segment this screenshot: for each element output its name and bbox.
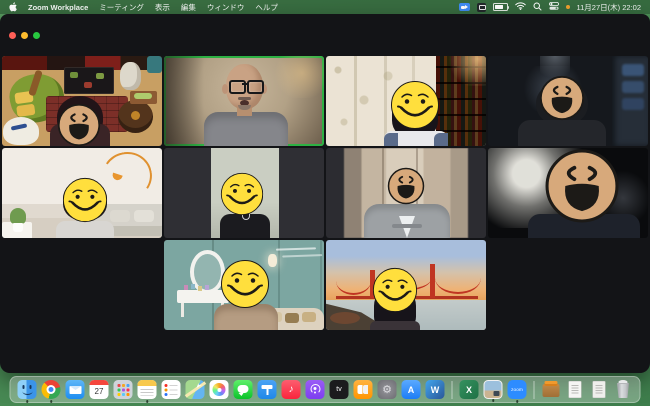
dock-separator [534, 381, 535, 399]
dock-item-chrome[interactable] [42, 380, 61, 399]
dock-item-reminders[interactable] [162, 380, 181, 399]
dock-item-messages[interactable] [234, 380, 253, 399]
dock-item-document-1[interactable] [566, 380, 585, 399]
video-tile-dark-room[interactable] [488, 56, 648, 146]
video-tile-active-speaker[interactable] [164, 56, 324, 146]
menu-item[interactable]: 表示 [155, 2, 170, 13]
video-tile-living-room[interactable] [2, 148, 162, 238]
running-indicator-dot [50, 400, 53, 403]
running-indicator-dot [26, 400, 29, 403]
dock-item-maps[interactable] [186, 380, 205, 399]
close-button[interactable] [9, 32, 16, 39]
dock-item-downloads-box[interactable] [542, 380, 561, 399]
menu-item[interactable]: 編集 [181, 2, 196, 13]
control-center-icon[interactable] [549, 2, 559, 12]
wifi-icon[interactable] [515, 2, 526, 12]
recording-dot-icon [566, 5, 570, 9]
video-tile-pillarboxed[interactable] [164, 148, 324, 238]
menu-app-name[interactable]: Zoom Workplace [28, 3, 88, 12]
menu-bar: Zoom Workplace ミーティング表示編集ウィンドウヘルプ 11月27日… [0, 0, 650, 14]
dock-item-document-2[interactable] [590, 380, 609, 399]
video-tile-golden-gate[interactable] [326, 240, 486, 330]
menu-bar-clock[interactable]: 11月27日(木) 22:02 [577, 2, 641, 13]
traffic-lights [9, 32, 40, 39]
smiley-emoji-overlay [372, 267, 418, 318]
desktop: Zoom Workplace ミーティング表示編集ウィンドウヘルプ 11月27日… [0, 0, 650, 406]
dock-item-notes[interactable] [138, 380, 157, 399]
minimize-button[interactable] [21, 32, 28, 39]
menu-items: Zoom Workplace ミーティング表示編集ウィンドウヘルプ [28, 2, 278, 13]
battery-icon[interactable] [493, 3, 508, 11]
dock-item-system-settings[interactable]: ⚙ [378, 380, 397, 399]
running-indicator-dot [146, 400, 149, 403]
laughing-emoji-overlay [539, 75, 585, 126]
video-tile-curtain-bookshelf[interactable] [326, 56, 486, 146]
screen-indicator-icon[interactable] [477, 3, 486, 12]
spotlight-search-icon[interactable] [533, 2, 542, 13]
dock-item-window-preview[interactable] [484, 380, 503, 399]
dock-item-excel[interactable]: X [460, 380, 479, 399]
smiley-emoji-overlay [220, 259, 270, 314]
apple-menu-icon[interactable] [9, 2, 18, 12]
dock-item-launchpad[interactable] [114, 380, 133, 399]
video-tile-dinner-table[interactable] [2, 56, 162, 146]
laughing-emoji-overlay [387, 167, 425, 210]
dock-item-finder[interactable] [18, 380, 37, 399]
dock-item-apple-tv[interactable]: tv [330, 380, 349, 399]
zoom-video-status-icon[interactable] [459, 3, 470, 11]
dock-item-keynote[interactable] [258, 380, 277, 399]
dock-item-app-store[interactable]: A [402, 380, 421, 399]
dock-item-trash[interactable] [614, 380, 633, 399]
laughing-emoji-overlay [544, 148, 620, 229]
dock-item-calendar[interactable]: 27 [90, 380, 109, 399]
dock-item-zoom[interactable]: zoom [508, 380, 527, 399]
menu-item[interactable]: ヘルプ [255, 2, 278, 13]
menu-item[interactable]: ウィンドウ [207, 2, 245, 13]
dock-item-photos[interactable] [210, 380, 229, 399]
fullscreen-button[interactable] [33, 32, 40, 39]
status-area: 11月27日(木) 22:02 [459, 2, 641, 13]
dock-item-word[interactable]: W [426, 380, 445, 399]
video-tile-office-blur[interactable] [326, 148, 486, 238]
dock-item-podcasts[interactable] [306, 380, 325, 399]
video-tile-teal-room[interactable] [164, 240, 324, 330]
video-tile-dark-window-light[interactable] [488, 148, 648, 238]
running-indicator-dot [516, 400, 519, 403]
dock-item-music[interactable]: ♪ [282, 380, 301, 399]
smiley-emoji-overlay [390, 80, 440, 135]
menu-item[interactable]: ミーティング [99, 2, 144, 13]
dock: 27 ♪ tv ⚙ A W X zoom [10, 376, 641, 403]
running-indicator-dot [492, 399, 495, 402]
smiley-emoji-overlay [62, 177, 108, 228]
dock-item-mail[interactable] [66, 380, 85, 399]
laughing-emoji-overlay [57, 103, 101, 146]
smiley-emoji-overlay [220, 172, 264, 221]
dock-item-books[interactable] [354, 380, 373, 399]
dock-separator [452, 381, 453, 399]
